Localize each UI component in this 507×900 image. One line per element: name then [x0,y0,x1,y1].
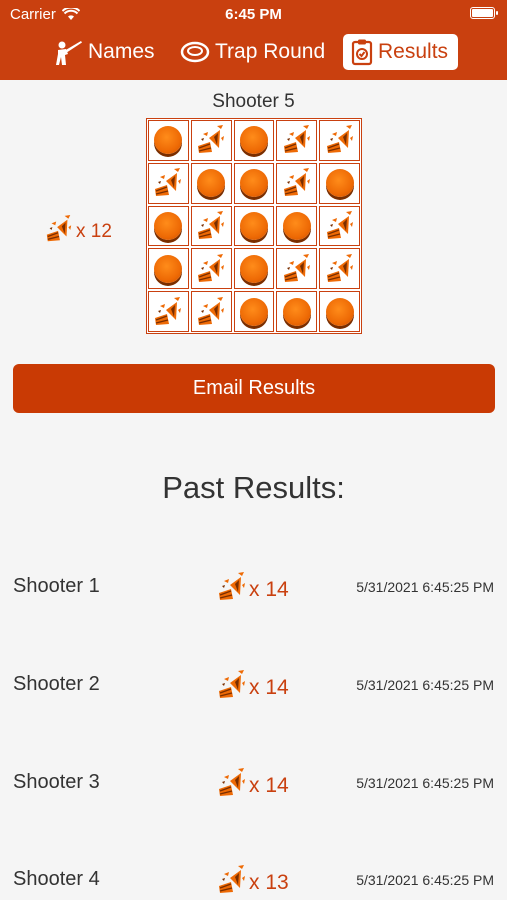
tab-trap-round-label: Trap Round [215,40,326,63]
broken-target-icon [324,124,356,156]
past-result-date: 5/31/2021 6:45:25 PM [356,872,494,888]
clay-target-icon [154,126,183,155]
shot-cell[interactable] [276,248,318,290]
clay-target-icon [239,254,268,283]
broken-target-icon [216,767,248,805]
shot-cell[interactable] [190,120,232,161]
past-result-name: Shooter 4 [13,868,100,890]
past-results-title: Past Results: [162,470,345,505]
clay-target-icon [239,126,268,155]
tab-names[interactable]: Names [53,34,155,70]
tab-trap-round[interactable]: Trap Round [180,34,325,70]
broken-target-icon [216,864,248,900]
current-score: x 12 [44,214,112,250]
clay-target-icon [239,297,268,326]
shot-cell[interactable] [276,291,318,332]
shot-cell[interactable] [276,120,318,161]
past-result-date: 5/31/2021 6:45:25 PM [356,579,494,595]
shot-cell[interactable] [233,120,275,161]
broken-target-icon [44,214,74,250]
clay-target-icon [239,211,268,240]
clipboard-icon [351,39,373,66]
shot-cell[interactable] [148,291,189,332]
shot-cell[interactable] [148,120,189,161]
clay-target-icon [154,211,183,240]
broken-target-icon [281,124,313,156]
shot-cell[interactable] [190,248,232,290]
shot-cell[interactable] [148,248,189,290]
tab-results-label: Results [378,40,449,63]
broken-target-icon [281,167,313,199]
past-result-score-text: x 14 [249,578,289,601]
broken-target-icon [195,296,227,328]
shot-cell[interactable] [319,120,360,161]
shot-cell[interactable] [276,205,318,247]
broken-target-icon [195,253,227,285]
broken-target-icon [195,210,227,242]
shot-cell[interactable] [319,162,360,204]
tab-results[interactable]: Results [343,34,458,70]
past-result-score-text: x 14 [249,774,289,797]
past-result-score: x 14 [216,767,289,805]
past-result-row[interactable]: Shooter 1 x 14 5/31/2021 6:45:25 PM [0,565,507,605]
clay-target-icon [239,169,268,198]
past-result-score: x 13 [216,864,289,900]
broken-target-icon [324,253,356,285]
past-result-score: x 14 [216,669,289,707]
broken-target-icon [152,296,184,328]
past-result-name: Shooter 2 [13,673,100,695]
clay-target-icon [325,297,354,326]
clay-target-icon [325,169,354,198]
past-result-row[interactable]: Shooter 3 x 14 5/31/2021 6:45:25 PM [0,761,507,801]
current-shooter-title: Shooter 5 [212,91,295,112]
shot-cell[interactable] [148,162,189,204]
broken-target-icon [216,669,248,707]
shot-cell[interactable] [190,205,232,247]
clay-target-icon [180,41,210,63]
status-time: 6:45 PM [225,6,282,23]
shot-cell[interactable] [233,205,275,247]
app-header: Carrier 6:45 PM Names Trap Round Results [0,0,507,80]
clay-target-icon [282,297,311,326]
past-result-score-text: x 14 [249,676,289,699]
shot-grid [146,118,362,334]
clay-target-icon [282,211,311,240]
shot-cell[interactable] [190,162,232,204]
broken-target-icon [281,253,313,285]
past-result-row[interactable]: Shooter 2 x 14 5/31/2021 6:45:25 PM [0,663,507,703]
broken-target-icon [195,124,227,156]
shot-cell[interactable] [190,291,232,332]
past-result-name: Shooter 3 [13,771,100,793]
tab-names-label: Names [88,40,155,63]
shot-cell[interactable] [148,205,189,247]
shot-cell[interactable] [233,162,275,204]
current-score-text: x 12 [76,221,112,242]
battery-icon [470,7,498,19]
tab-bar: Names Trap Round Results [0,34,507,72]
shot-cell[interactable] [319,205,360,247]
shot-cell[interactable] [276,162,318,204]
shot-cell[interactable] [319,248,360,290]
shot-cell[interactable] [233,248,275,290]
shot-cell[interactable] [233,291,275,332]
status-bar: Carrier 6:45 PM [0,6,507,24]
broken-target-icon [216,571,248,609]
shooter-icon [56,41,82,65]
past-result-score-text: x 13 [249,871,289,894]
past-result-date: 5/31/2021 6:45:25 PM [356,677,494,693]
past-result-date: 5/31/2021 6:45:25 PM [356,775,494,791]
past-result-name: Shooter 1 [13,575,100,597]
email-results-button[interactable]: Email Results [13,364,495,413]
broken-target-icon [152,167,184,199]
broken-target-icon [324,210,356,242]
past-result-score: x 14 [216,571,289,609]
past-result-row[interactable]: Shooter 4 x 13 5/31/2021 6:45:25 PM [0,858,507,898]
shot-cell[interactable] [319,291,360,332]
clay-target-icon [154,254,183,283]
clay-target-icon [197,169,226,198]
